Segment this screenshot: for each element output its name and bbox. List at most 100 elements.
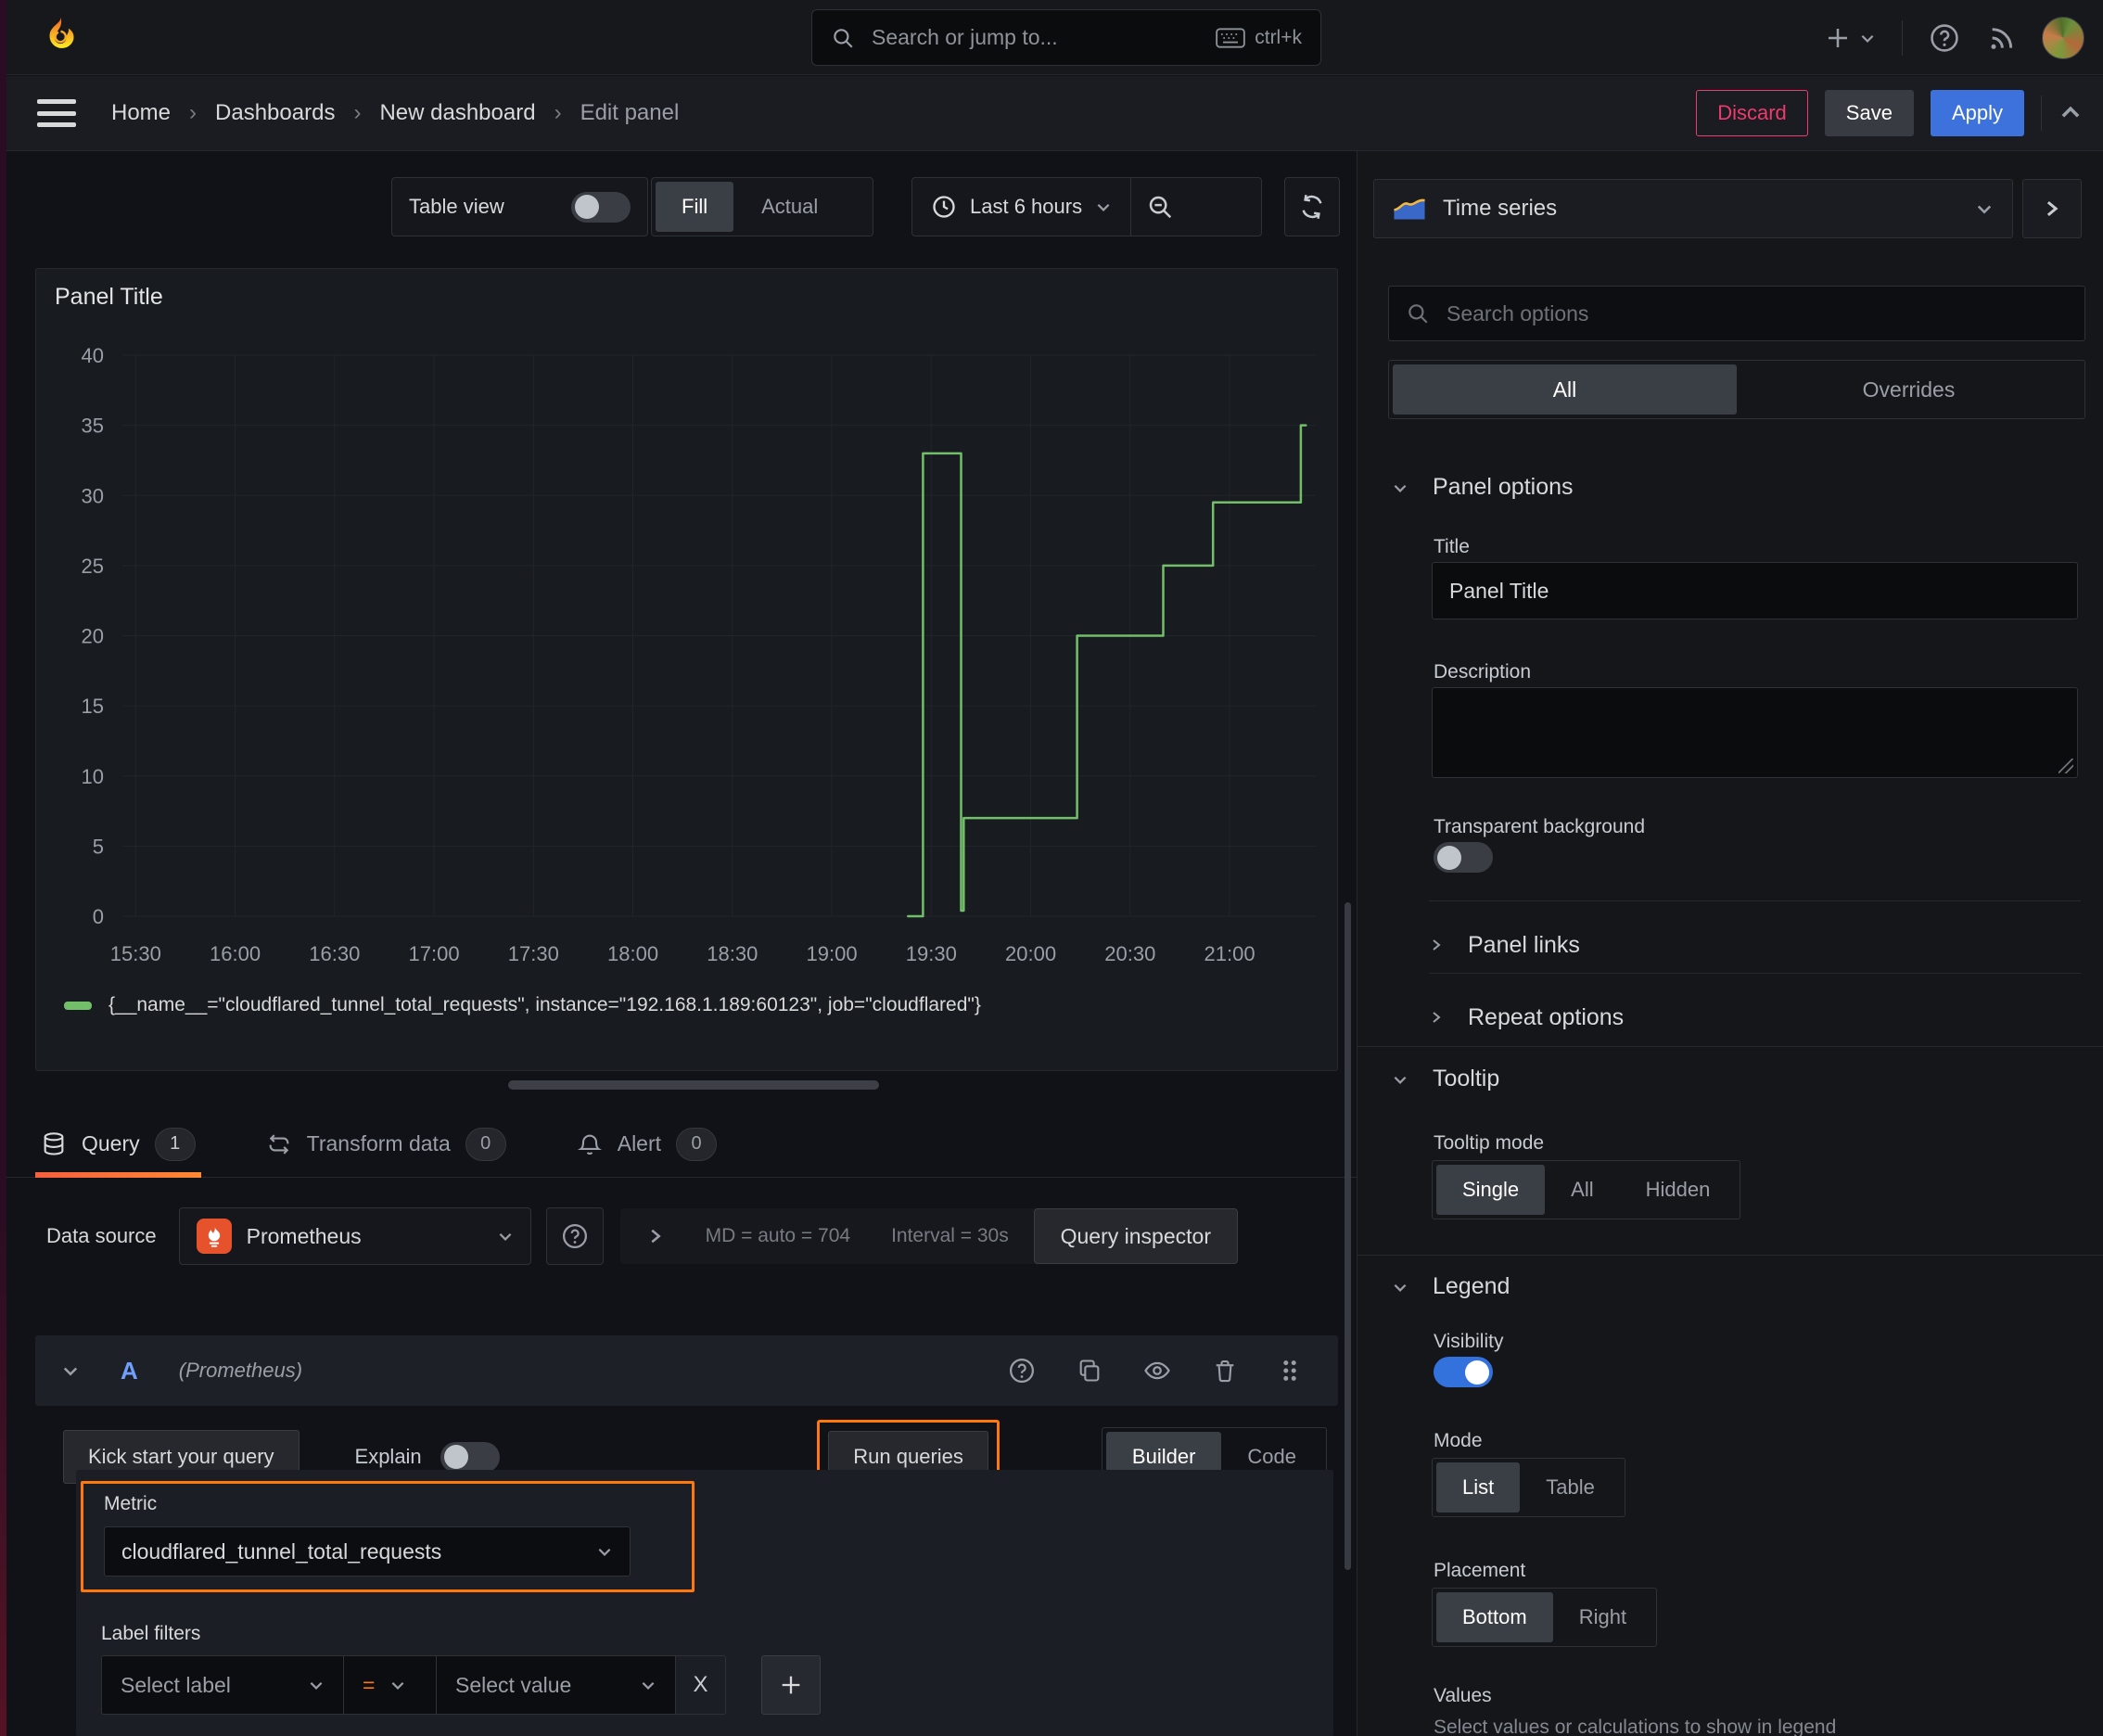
tooltip-mode-all[interactable]: All: [1545, 1165, 1619, 1215]
apply-button[interactable]: Apply: [1930, 90, 2024, 136]
tab-transform-data[interactable]: Transform data 0: [261, 1111, 512, 1177]
resize-corner-icon[interactable]: [2058, 759, 2073, 773]
discard-button[interactable]: Discard: [1696, 90, 1808, 136]
svg-text:30: 30: [82, 484, 104, 507]
tooltip-mode-single[interactable]: Single: [1436, 1165, 1546, 1215]
options-search[interactable]: [1388, 286, 2085, 341]
legend-visibility-toggle[interactable]: [1434, 1357, 1493, 1387]
plus-icon: [782, 1676, 800, 1694]
fill-option[interactable]: Fill: [656, 182, 734, 232]
svg-text:10: 10: [82, 765, 104, 788]
datasource-select[interactable]: Prometheus: [178, 1207, 531, 1265]
panel-options-header-label: Panel options: [1433, 474, 1574, 500]
query-row-header[interactable]: A (Prometheus): [35, 1335, 1338, 1406]
stats-max-datapoints: MD = auto = 704: [705, 1225, 851, 1246]
legend-series-marker[interactable]: [64, 1001, 92, 1010]
legend-header[interactable]: Legend: [1392, 1273, 1510, 1300]
remove-filter-button[interactable]: X: [676, 1655, 726, 1715]
tooltip-mode-hidden[interactable]: Hidden: [1620, 1165, 1737, 1215]
legend-placement-right[interactable]: Right: [1553, 1592, 1652, 1642]
explain-toggle[interactable]: [440, 1441, 500, 1473]
tooltip-header[interactable]: Tooltip: [1392, 1066, 1499, 1092]
visualization-select[interactable]: Time series: [1373, 179, 2013, 238]
collapse-header-button[interactable]: [2058, 101, 2083, 125]
actual-option[interactable]: Actual: [735, 182, 844, 232]
chevron-down-icon: [310, 1681, 323, 1690]
legend-placement-bottom[interactable]: Bottom: [1436, 1592, 1553, 1642]
user-avatar[interactable]: [2042, 16, 2084, 59]
database-icon: [44, 1131, 64, 1155]
chevron-down-icon: [1392, 479, 1408, 496]
breadcrumb-dashboards[interactable]: Dashboards: [215, 100, 335, 126]
time-range-button[interactable]: Last 6 hours: [912, 178, 1130, 236]
table-view-control: Table view: [391, 177, 648, 236]
tab-alert[interactable]: Alert 0: [571, 1111, 722, 1177]
category-divider: [1357, 1046, 2103, 1047]
help-icon: [1931, 23, 1958, 52]
panel-links-label: Panel links: [1468, 931, 1580, 958]
toggle-query-visibility-button[interactable]: [1143, 1357, 1171, 1385]
datasource-help-button[interactable]: [545, 1207, 604, 1265]
tab-query[interactable]: Query 1: [35, 1111, 201, 1178]
drag-query-handle[interactable]: [1279, 1358, 1301, 1384]
chevron-down-icon: [1392, 1071, 1408, 1088]
options-search-input[interactable]: [1445, 300, 2068, 327]
query-inspector-button[interactable]: Query inspector: [1033, 1208, 1238, 1264]
news-button[interactable]: [1986, 23, 2016, 53]
grafana-logo-icon[interactable]: [36, 13, 84, 61]
breadcrumb-new-dashboard[interactable]: New dashboard: [379, 100, 535, 126]
search-input[interactable]: [870, 24, 1202, 51]
new-menu-button[interactable]: [1824, 24, 1876, 52]
panel-title-input[interactable]: [1432, 562, 2078, 619]
svg-text:16:30: 16:30: [309, 942, 360, 965]
operator-dropdown[interactable]: =: [344, 1655, 437, 1715]
save-button[interactable]: Save: [1824, 90, 1914, 136]
repeat-options-section[interactable]: Repeat options: [1429, 991, 1624, 1043]
help-button[interactable]: [1929, 22, 1960, 54]
menu-toggle-button[interactable]: [37, 99, 76, 127]
zoom-out-button[interactable]: [1131, 178, 1189, 236]
select-value-dropdown[interactable]: Select value: [437, 1655, 676, 1715]
legend-mode-list[interactable]: List: [1436, 1462, 1521, 1513]
panel-preview: Panel Title 0 5 10 15 20 25 30 35 40 15:30 16:00 16…: [35, 268, 1338, 1071]
active-tab-underline: [35, 1172, 201, 1178]
legend-series-name[interactable]: {__name__="cloudflared_tunnel_total_requ…: [108, 994, 981, 1016]
table-view-toggle[interactable]: [571, 191, 631, 223]
panel-links-section[interactable]: Panel links: [1429, 919, 1580, 971]
screen-edge-strip: [0, 0, 6, 1736]
time-series-icon: [1394, 198, 1425, 220]
tab-alert-count: 0: [676, 1127, 718, 1161]
delete-query-button[interactable]: [1212, 1358, 1238, 1384]
query-help-button[interactable]: [1008, 1357, 1036, 1385]
explain-label: Explain: [354, 1445, 422, 1468]
refresh-button[interactable]: [1284, 177, 1340, 236]
duplicate-query-button[interactable]: [1077, 1358, 1102, 1384]
datasource-value: Prometheus: [246, 1223, 362, 1248]
metric-highlight: Metric cloudflared_tunnel_total_requests: [81, 1481, 695, 1592]
add-filter-button[interactable]: [761, 1655, 821, 1715]
collapse-options-button[interactable]: [2022, 179, 2082, 238]
filter-all-option[interactable]: All: [1393, 364, 1737, 415]
time-range-label: Last 6 hours: [970, 195, 1083, 218]
svg-text:18:30: 18:30: [707, 942, 758, 965]
time-series-chart[interactable]: 0 5 10 15 20 25 30 35 40 15:30 16:00 16:30 17:00 17:3…: [44, 323, 1328, 990]
svg-text:19:00: 19:00: [807, 942, 858, 965]
metric-select[interactable]: cloudflared_tunnel_total_requests: [104, 1526, 631, 1576]
transparent-background-toggle[interactable]: [1434, 842, 1493, 873]
select-label-dropdown[interactable]: Select label: [101, 1655, 344, 1715]
help-icon: [562, 1224, 587, 1248]
description-textarea[interactable]: [1432, 687, 2078, 778]
metric-label: Metric: [104, 1493, 158, 1514]
main-scrollbar[interactable]: [1345, 902, 1351, 1570]
panel-options-header[interactable]: Panel options: [1392, 474, 1574, 501]
shortcut-text: ctrl+k: [1255, 26, 1302, 48]
filter-overrides-option[interactable]: Overrides: [1737, 364, 2081, 415]
legend-mode-table[interactable]: Table: [1520, 1462, 1621, 1513]
chevron-down-icon: [63, 1367, 78, 1376]
global-search[interactable]: ctrl+k: [811, 9, 1321, 66]
tab-query-label: Query: [82, 1131, 140, 1155]
breadcrumb-home[interactable]: Home: [111, 100, 171, 126]
resize-drag-handle[interactable]: [508, 1080, 879, 1090]
copy-icon: [1079, 1359, 1100, 1382]
legend-values-hint: Select values or calculations to show in…: [1434, 1717, 1837, 1736]
